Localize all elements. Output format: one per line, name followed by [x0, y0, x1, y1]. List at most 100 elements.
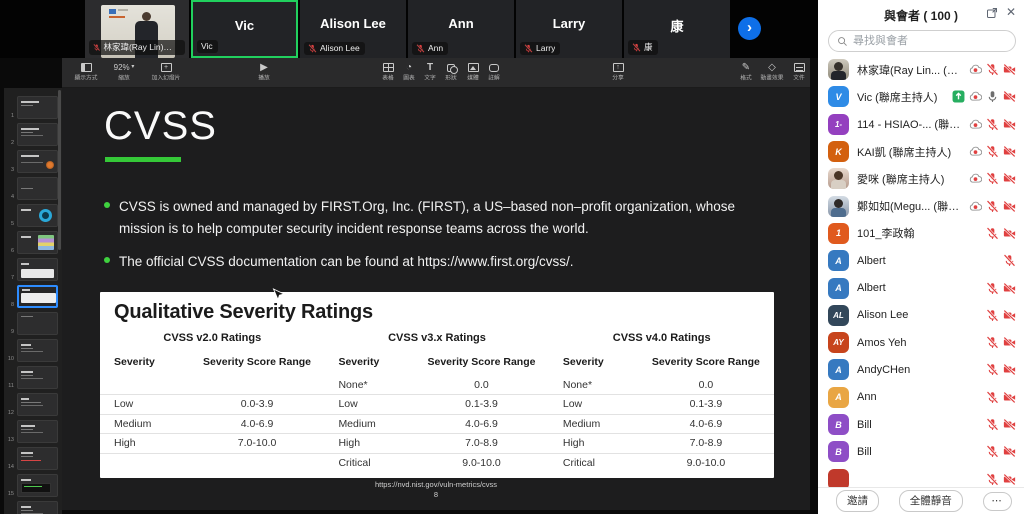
video-off-icon[interactable] — [1003, 282, 1016, 295]
video-off-icon[interactable] — [1003, 391, 1016, 404]
slide-thumbnail-10[interactable]: 10 — [4, 337, 62, 364]
participant-row[interactable]: 鄭如如(Megu... (聯席主持人) — [818, 192, 1024, 219]
mic-muted-icon[interactable] — [986, 172, 999, 185]
comment-button[interactable]: 註解 — [474, 61, 514, 84]
popout-icon[interactable] — [986, 7, 998, 19]
participant-row[interactable]: 林家瑋(Ray Lin... (主持人, 我) — [818, 56, 1024, 83]
slide-thumbnail-8-selected[interactable]: 8 — [4, 283, 62, 310]
screen-share-icon — [952, 90, 965, 103]
video-off-icon[interactable] — [1003, 172, 1016, 185]
participant-row[interactable]: B Bill — [818, 411, 1024, 438]
mic-muted-icon[interactable] — [986, 418, 999, 431]
more-options-button[interactable]: ⋯ — [983, 492, 1013, 511]
close-icon[interactable]: ✕ — [1006, 5, 1016, 19]
mic-muted-icon[interactable] — [986, 336, 999, 349]
view-menu-button[interactable]: 顯示方式 — [66, 61, 106, 84]
video-strip: 林家瑋(Ray Lin)@Dev… Vic Vic Alison Lee Ali… — [0, 0, 818, 58]
slide-thumbnail-5[interactable]: 5 — [4, 202, 62, 229]
slide-thumbnail-3[interactable]: 3 — [4, 148, 62, 175]
avatar: V — [828, 86, 849, 107]
mic-muted-icon[interactable] — [986, 445, 999, 458]
participants-panel: 與會者 ( 100 ) ✕ 林家瑋(Ray Lin... (主持人, 我) V … — [818, 0, 1024, 514]
mic-muted-icon[interactable] — [986, 227, 999, 240]
invite-button[interactable]: 邀請 — [836, 490, 879, 512]
share-button[interactable]: ↑ 分享 — [598, 61, 638, 84]
cloud-recording-icon — [969, 63, 982, 76]
video-off-icon[interactable] — [1003, 63, 1016, 76]
video-off-icon[interactable] — [1003, 145, 1016, 158]
mic-muted-icon[interactable] — [986, 63, 999, 76]
tile-name-label: 林家瑋(Ray Lin)@Dev… — [89, 40, 185, 55]
video-tile-ray[interactable]: 林家瑋(Ray Lin)@Dev… — [85, 0, 189, 58]
slide-thumbnail-2[interactable]: 2 — [4, 121, 62, 148]
video-off-icon[interactable] — [1003, 118, 1016, 131]
participant-row[interactable]: AL Alison Lee — [818, 302, 1024, 329]
navigator-scrollbar[interactable] — [58, 90, 61, 250]
participant-row[interactable]: B Bill — [818, 438, 1024, 465]
slide-thumbnail-12[interactable]: 12 — [4, 391, 62, 418]
mic-muted-icon[interactable] — [986, 363, 999, 376]
video-off-icon[interactable] — [1003, 227, 1016, 240]
document-icon — [794, 63, 805, 72]
video-off-icon[interactable] — [1003, 473, 1016, 486]
video-off-icon[interactable] — [1003, 90, 1016, 103]
panel-footer: 邀請 全體靜音 ⋯ — [818, 487, 1024, 514]
mic-muted-icon[interactable] — [986, 282, 999, 295]
participant-row[interactable]: A AndyCHen — [818, 356, 1024, 383]
add-slide-button[interactable]: + 加入幻燈片 — [146, 61, 186, 84]
video-off-icon[interactable] — [1003, 309, 1016, 322]
mic-muted-icon[interactable] — [1003, 254, 1016, 267]
mic-muted-icon[interactable] — [986, 391, 999, 404]
participant-row[interactable]: AY Amos Yeh — [818, 329, 1024, 356]
document-button[interactable]: 文件 — [779, 61, 819, 84]
slide-canvas: CVSS CVSS is owned and managed by FIRST.… — [62, 88, 810, 510]
slide-thumbnail-11[interactable]: 11 — [4, 364, 62, 391]
avatar: K — [828, 141, 849, 162]
slide-thumbnail-1[interactable]: 1 — [4, 94, 62, 121]
slide-thumbnail-15[interactable]: 15 — [4, 472, 62, 499]
mic-on-icon[interactable] — [986, 90, 999, 103]
video-off-icon[interactable] — [1003, 418, 1016, 431]
participant-row[interactable]: A Albert — [818, 274, 1024, 301]
mic-muted-icon[interactable] — [986, 145, 999, 158]
zoom-control[interactable]: 92% ▾ 縮放 — [104, 61, 144, 84]
play-icon: ▶ — [244, 61, 284, 74]
search-box[interactable] — [828, 30, 1016, 52]
mic-muted-icon — [416, 44, 425, 53]
mic-muted-icon[interactable] — [986, 118, 999, 131]
participant-row-partial[interactable] — [818, 465, 1024, 487]
avatar: 1- — [828, 114, 849, 135]
video-tile-alison[interactable]: Alison Lee Alison Lee — [300, 0, 406, 58]
video-off-icon[interactable] — [1003, 200, 1016, 213]
participant-row[interactable]: A Albert — [818, 247, 1024, 274]
video-tile-vic[interactable]: Vic Vic — [191, 0, 298, 58]
mic-muted-icon[interactable] — [986, 309, 999, 322]
cloud-recording-icon — [969, 145, 982, 158]
mute-all-button[interactable]: 全體靜音 — [899, 490, 963, 512]
video-off-icon[interactable] — [1003, 445, 1016, 458]
participant-row[interactable]: 1 101_李政翰 — [818, 220, 1024, 247]
slide-thumbnail-14[interactable]: 14 — [4, 445, 62, 472]
video-off-icon[interactable] — [1003, 336, 1016, 349]
slide-thumbnail-13[interactable]: 13 — [4, 418, 62, 445]
slide-thumbnail-4[interactable]: 4 — [4, 175, 62, 202]
mic-muted-icon[interactable] — [986, 473, 999, 486]
tile-display-name: Ann — [408, 16, 514, 31]
slide-thumbnail-6[interactable]: 6 — [4, 229, 62, 256]
video-tile-larry[interactable]: Larry Larry — [516, 0, 622, 58]
next-videos-button[interactable]: › — [738, 17, 761, 40]
mic-muted-icon[interactable] — [986, 200, 999, 213]
slide-thumbnail-16[interactable]: 16 — [4, 499, 62, 514]
participant-row[interactable]: 愛咪 (聯席主持人) — [818, 165, 1024, 192]
play-button[interactable]: ▶ 播放 — [244, 61, 284, 84]
video-off-icon[interactable] — [1003, 363, 1016, 376]
participant-row[interactable]: A Ann — [818, 384, 1024, 411]
search-input[interactable] — [853, 32, 1008, 50]
video-tile-ann[interactable]: Ann Ann — [408, 0, 514, 58]
slide-thumbnail-7[interactable]: 7 — [4, 256, 62, 283]
participant-row[interactable]: V Vic (聯席主持人) — [818, 83, 1024, 110]
participant-row[interactable]: K KAI凱 (聯席主持人) — [818, 138, 1024, 165]
participant-row[interactable]: 1- 114 - HSIAO-... (聯席主持人) — [818, 111, 1024, 138]
slide-thumbnail-9[interactable]: 9 — [4, 310, 62, 337]
video-tile-kang[interactable]: 康 康 — [624, 0, 730, 58]
